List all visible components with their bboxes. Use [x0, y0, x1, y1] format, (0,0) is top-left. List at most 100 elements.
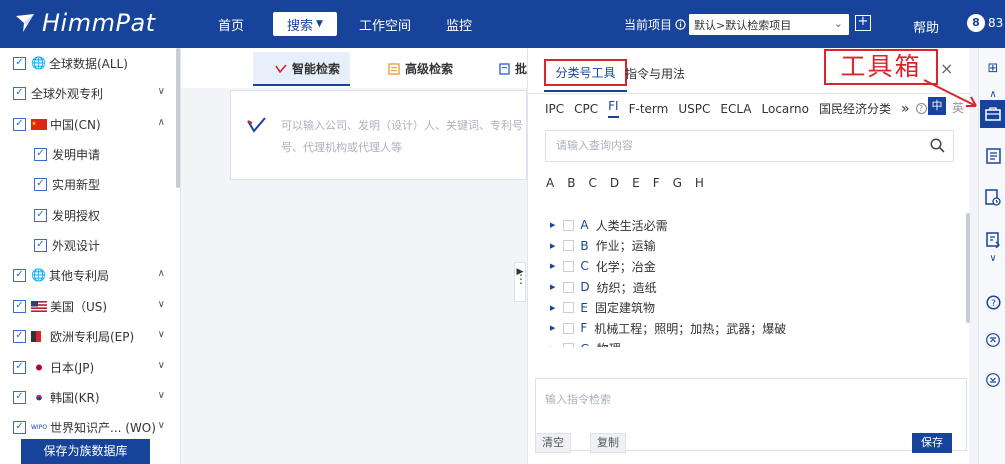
- panel-scrollbar[interactable]: [966, 213, 970, 323]
- class-tab-cpc[interactable]: CPC: [574, 102, 598, 116]
- checkbox[interactable]: [563, 219, 575, 231]
- tree-item-a[interactable]: ▶ A 人类生活必需: [550, 215, 950, 236]
- notification-badge[interactable]: 8: [967, 14, 985, 32]
- sidebar-item-utility-model[interactable]: ✓ 实用新型: [0, 169, 178, 199]
- checkbox[interactable]: [563, 281, 575, 293]
- sidebar-item-invention-application[interactable]: ✓ 发明申请: [0, 139, 178, 169]
- sidebar-item-jp[interactable]: ✓ 日本(JP) ∨: [0, 352, 178, 382]
- tree-item-b[interactable]: ▶ B 作业；运输: [550, 236, 950, 257]
- more-tabs-icon[interactable]: »: [901, 101, 910, 117]
- checkbox[interactable]: ✓: [34, 177, 47, 191]
- sidebar-item-invention-grant[interactable]: ✓ 发明授权: [0, 200, 178, 230]
- class-tab-fterm[interactable]: F-term: [629, 102, 669, 116]
- class-tab-ipc[interactable]: IPC: [545, 102, 564, 116]
- class-tab-ecla[interactable]: ECLA: [720, 102, 751, 116]
- checkbox[interactable]: [563, 302, 575, 314]
- classification-query-input[interactable]: 请输入查询内容: [545, 130, 954, 162]
- smart-search-input[interactable]: 可以输入公司、发明（设计）人、关键词、专利号 号、代理机构或代理人等: [230, 90, 527, 180]
- chevron-down-icon[interactable]: ∨: [158, 390, 165, 401]
- checkbox[interactable]: ✓: [13, 360, 26, 374]
- add-project-button[interactable]: +: [855, 15, 871, 31]
- checkbox[interactable]: [563, 240, 575, 252]
- checkbox[interactable]: ✓: [13, 86, 26, 100]
- letter-d[interactable]: D: [610, 176, 619, 190]
- history-document-icon[interactable]: [980, 186, 1005, 210]
- expand-triangle-icon[interactable]: ▶: [550, 283, 555, 291]
- grid-icon[interactable]: ⊞: [980, 56, 1005, 80]
- tab-classification-tool[interactable]: 分类号工具: [544, 59, 627, 86]
- search-icon[interactable]: [930, 138, 945, 153]
- expand-triangle-icon[interactable]: ▶: [550, 345, 555, 347]
- sidebar-item-ep[interactable]: ✓ 欧洲专利局(EP) ∨: [0, 321, 178, 351]
- checkbox[interactable]: ✓: [13, 420, 26, 434]
- sidebar-item-design[interactable]: ✓ 外观设计: [0, 230, 178, 260]
- letter-a[interactable]: A: [546, 176, 554, 190]
- expand-triangle-icon[interactable]: ▶: [550, 304, 555, 312]
- copy-button[interactable]: 复制: [590, 433, 626, 453]
- scroll-top-icon[interactable]: [980, 328, 1005, 352]
- expand-triangle-icon[interactable]: ▶: [550, 242, 555, 250]
- sidebar-item-us[interactable]: ✓ 美国（US) ∨: [0, 291, 178, 321]
- letter-f[interactable]: F: [653, 176, 660, 190]
- class-tab-locarno[interactable]: Locarno: [762, 102, 809, 116]
- checkbox[interactable]: ✓: [13, 117, 26, 131]
- sidebar-item-cn[interactable]: ✓ 中国(CN) ∧: [0, 109, 178, 139]
- info-icon[interactable]: [675, 19, 686, 30]
- chevron-up-icon[interactable]: ∧: [158, 117, 165, 128]
- checkbox[interactable]: ✓: [13, 56, 26, 70]
- chevron-up-icon[interactable]: ∧: [158, 268, 165, 279]
- help-icon[interactable]: ?: [980, 290, 1005, 314]
- letter-b[interactable]: B: [567, 176, 575, 190]
- checkbox[interactable]: ✓: [13, 390, 26, 404]
- class-tab-national-economy[interactable]: 国民经济分类: [819, 100, 891, 117]
- expand-triangle-icon[interactable]: ▶: [550, 262, 555, 270]
- save-family-db-button[interactable]: 保存为族数据库: [21, 439, 150, 464]
- chevron-down-icon[interactable]: ∨: [980, 246, 1005, 270]
- scroll-bottom-icon[interactable]: [980, 368, 1005, 392]
- checkbox[interactable]: ✓: [13, 299, 26, 313]
- checkbox[interactable]: ✓: [34, 208, 47, 222]
- nav-search-dropdown[interactable]: 搜索 ▼: [273, 12, 337, 36]
- nav-home[interactable]: 首页: [218, 12, 244, 36]
- tree-item-c[interactable]: ▶ C 化学；冶金: [550, 256, 950, 277]
- class-tab-uspc[interactable]: USPC: [678, 102, 710, 116]
- expand-triangle-icon[interactable]: ▶: [550, 221, 555, 229]
- class-tab-fi[interactable]: FI: [608, 99, 619, 118]
- letter-h[interactable]: H: [695, 176, 704, 190]
- checkbox[interactable]: [563, 260, 575, 272]
- chevron-down-icon[interactable]: ∨: [158, 329, 165, 340]
- chevron-down-icon[interactable]: ∨: [158, 299, 165, 310]
- tree-item-e[interactable]: ▶ E 固定建筑物: [550, 297, 950, 318]
- tree-item-d[interactable]: ▶ D 纺织；造纸: [550, 277, 950, 298]
- tree-item-g[interactable]: ▶ G 物理: [550, 339, 950, 347]
- checkbox[interactable]: [563, 343, 575, 347]
- sidebar-item-kr[interactable]: ✓ 韩国(KR) ∨: [0, 382, 178, 412]
- project-select[interactable]: 默认>默认检索项目 ⌄: [689, 14, 849, 35]
- letter-c[interactable]: C: [588, 176, 596, 190]
- sidebar-item-wo[interactable]: ✓ WIPO 世界知识产... (WO) ∨: [0, 412, 178, 442]
- checkbox[interactable]: ✓: [13, 329, 26, 343]
- letter-e[interactable]: E: [632, 176, 640, 190]
- user-id-text[interactable]: 83: [988, 16, 1003, 30]
- save-button[interactable]: 保存: [912, 433, 952, 453]
- checkbox[interactable]: [563, 322, 575, 334]
- clear-button[interactable]: 清空: [535, 433, 571, 453]
- chevron-down-icon[interactable]: ∨: [158, 420, 165, 431]
- toolbox-icon[interactable]: [980, 100, 1005, 128]
- tree-item-f[interactable]: ▶ F 机械工程；照明；加热；武器；爆破: [550, 318, 950, 339]
- document-list-icon[interactable]: [980, 144, 1005, 168]
- logo[interactable]: HimmPat: [14, 9, 156, 37]
- nav-workspace[interactable]: 工作空间: [359, 12, 411, 36]
- chevron-down-icon[interactable]: ∨: [158, 86, 165, 97]
- tab-smart-search[interactable]: 智能检索: [275, 60, 340, 77]
- letter-g[interactable]: G: [673, 176, 682, 190]
- tab-advanced-search[interactable]: 高级检索: [388, 60, 453, 77]
- expand-triangle-icon[interactable]: ▶: [550, 324, 555, 332]
- nav-monitor[interactable]: 监控: [446, 12, 472, 36]
- sidebar-item-design-patents[interactable]: ✓ 全球外观专利 ∨: [0, 78, 178, 108]
- checkbox[interactable]: ✓: [34, 238, 47, 252]
- panel-collapse-handle[interactable]: ▶ ⋮: [514, 262, 527, 302]
- sidebar-item-other-offices[interactable]: ✓ 🌐 其他专利局 ∧: [0, 260, 178, 290]
- sidebar-item-all[interactable]: ✓ 🌐 全球数据(ALL): [0, 48, 178, 78]
- tab-batch-search[interactable]: 批: [499, 60, 527, 77]
